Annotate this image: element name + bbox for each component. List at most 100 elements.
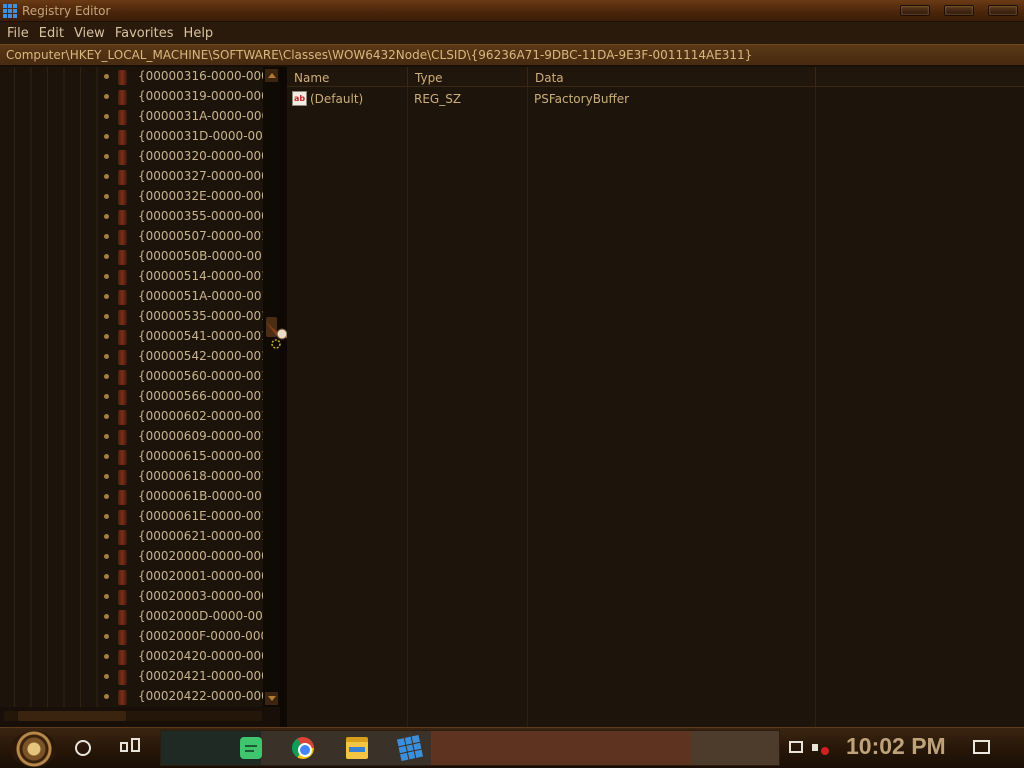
expand-dot-icon[interactable]: [104, 414, 109, 419]
column-header-type[interactable]: Type: [408, 67, 528, 87]
tree-item[interactable]: {00000541-0000-0010: [0, 327, 263, 347]
expand-dot-icon[interactable]: [104, 694, 109, 699]
tree-item[interactable]: {00000316-0000-0000: [0, 67, 263, 87]
scroll-up-arrow-icon[interactable]: [265, 69, 278, 82]
column-divider: [407, 87, 408, 727]
expand-dot-icon[interactable]: [104, 434, 109, 439]
column-header-data[interactable]: Data: [528, 67, 816, 87]
expand-dot-icon[interactable]: [104, 494, 109, 499]
tree-item[interactable]: {00000514-0000-0010: [0, 267, 263, 287]
menu-help[interactable]: Help: [181, 26, 221, 41]
expand-dot-icon[interactable]: [104, 174, 109, 179]
cortana-search-icon[interactable]: [75, 740, 91, 756]
tree-item[interactable]: {0000050B-0000-0010: [0, 247, 263, 267]
expand-dot-icon[interactable]: [104, 374, 109, 379]
expand-dot-icon[interactable]: [104, 654, 109, 659]
tree-item[interactable]: {00000327-0000-0000: [0, 167, 263, 187]
tree-item[interactable]: {00000320-0000-0000: [0, 147, 263, 167]
menu-edit[interactable]: Edit: [36, 26, 71, 41]
expand-dot-icon[interactable]: [104, 554, 109, 559]
tree-horizontal-scrollbar[interactable]: [0, 707, 280, 727]
expand-dot-icon[interactable]: [104, 614, 109, 619]
minimize-button[interactable]: [900, 5, 930, 16]
chrome-icon[interactable]: [292, 737, 314, 759]
regedit-taskbar-icon[interactable]: [396, 734, 424, 762]
expand-dot-icon[interactable]: [104, 154, 109, 159]
regedit-app-icon: [3, 4, 17, 18]
tree-item[interactable]: {0000032E-0000-0000: [0, 187, 263, 207]
expand-dot-icon[interactable]: [104, 134, 109, 139]
tree-item[interactable]: {00000621-0000-0010: [0, 527, 263, 547]
volume-muted-icon[interactable]: [812, 741, 830, 755]
expand-dot-icon[interactable]: [104, 634, 109, 639]
tree-item[interactable]: {00020000-0000-0000: [0, 547, 263, 567]
tree-item[interactable]: {0000031D-0000-0000: [0, 127, 263, 147]
start-button[interactable]: [11, 731, 57, 767]
tree-item[interactable]: {00000355-0000-0000: [0, 207, 263, 227]
tree-item[interactable]: {0002000F-0000-0000: [0, 627, 263, 647]
title-bar[interactable]: Registry Editor: [0, 0, 1024, 22]
value-row[interactable]: ab (Default) REG_SZ PSFactoryBuffer: [287, 89, 1024, 109]
column-header-name[interactable]: Name: [287, 67, 408, 87]
tree-item[interactable]: {00020421-0000-0000: [0, 667, 263, 687]
taskbar-clock[interactable]: 10:02 PM: [846, 733, 946, 760]
network-icon[interactable]: [789, 741, 803, 753]
menu-view[interactable]: View: [71, 26, 112, 41]
menu-favorites[interactable]: Favorites: [112, 26, 181, 41]
expand-dot-icon[interactable]: [104, 514, 109, 519]
tree-item[interactable]: {0000051A-0000-0010: [0, 287, 263, 307]
tree-item[interactable]: {00000566-0000-0010: [0, 387, 263, 407]
expand-dot-icon[interactable]: [104, 294, 109, 299]
tree-vertical-scrollbar[interactable]: [263, 67, 280, 707]
expand-dot-icon[interactable]: [104, 234, 109, 239]
expand-dot-icon[interactable]: [104, 194, 109, 199]
tree-item[interactable]: {0000061B-0000-0010: [0, 487, 263, 507]
tree-item[interactable]: {00020001-0000-0000: [0, 567, 263, 587]
expand-dot-icon[interactable]: [104, 534, 109, 539]
folder-icon: [118, 250, 127, 265]
notification-icon[interactable]: [973, 740, 990, 754]
expand-dot-icon[interactable]: [104, 274, 109, 279]
expand-dot-icon[interactable]: [104, 314, 109, 319]
tree-item[interactable]: {00020003-0000-0000: [0, 587, 263, 607]
pane-splitter[interactable]: [280, 67, 287, 727]
tree-item[interactable]: {00000609-0000-0010: [0, 427, 263, 447]
tree-item[interactable]: {0000031A-0000-0000: [0, 107, 263, 127]
tree-item[interactable]: {0002000D-0000-0000: [0, 607, 263, 627]
hscroll-thumb[interactable]: [18, 711, 126, 721]
tree-item[interactable]: {00000319-0000-0000: [0, 87, 263, 107]
expand-dot-icon[interactable]: [104, 354, 109, 359]
expand-dot-icon[interactable]: [104, 394, 109, 399]
folder-icon: [118, 510, 127, 525]
expand-dot-icon[interactable]: [104, 334, 109, 339]
expand-dot-icon[interactable]: [104, 74, 109, 79]
expand-dot-icon[interactable]: [104, 94, 109, 99]
tree-item-label: {0000061E-0000-0010: [138, 509, 263, 523]
tree-item[interactable]: {0000061E-0000-0010: [0, 507, 263, 527]
expand-dot-icon[interactable]: [104, 574, 109, 579]
scroll-down-arrow-icon[interactable]: [265, 692, 278, 705]
expand-dot-icon[interactable]: [104, 254, 109, 259]
expand-dot-icon[interactable]: [104, 454, 109, 459]
tree-item[interactable]: {00000615-0000-0010: [0, 447, 263, 467]
task-view-icon[interactable]: [120, 738, 140, 756]
file-explorer-icon[interactable]: [346, 737, 368, 759]
tree-item[interactable]: {00020422-0000-0000: [0, 687, 263, 707]
close-button[interactable]: [988, 5, 1018, 16]
expand-dot-icon[interactable]: [104, 474, 109, 479]
sticky-notes-icon[interactable]: [240, 737, 262, 759]
menu-file[interactable]: File: [4, 26, 36, 41]
tree-item[interactable]: {00020420-0000-0000: [0, 647, 263, 667]
maximize-button[interactable]: [944, 5, 974, 16]
expand-dot-icon[interactable]: [104, 594, 109, 599]
tree-item[interactable]: {00000618-0000-0010: [0, 467, 263, 487]
tree-item[interactable]: {00000542-0000-0010: [0, 347, 263, 367]
expand-dot-icon[interactable]: [104, 114, 109, 119]
tree-item[interactable]: {00000507-0000-0010: [0, 227, 263, 247]
expand-dot-icon[interactable]: [104, 674, 109, 679]
tree-item[interactable]: {00000602-0000-0010: [0, 407, 263, 427]
tree-item[interactable]: {00000535-0000-0010: [0, 307, 263, 327]
address-bar[interactable]: Computer\HKEY_LOCAL_MACHINE\SOFTWARE\Cla…: [0, 44, 1024, 66]
expand-dot-icon[interactable]: [104, 214, 109, 219]
tree-item[interactable]: {00000560-0000-0010: [0, 367, 263, 387]
